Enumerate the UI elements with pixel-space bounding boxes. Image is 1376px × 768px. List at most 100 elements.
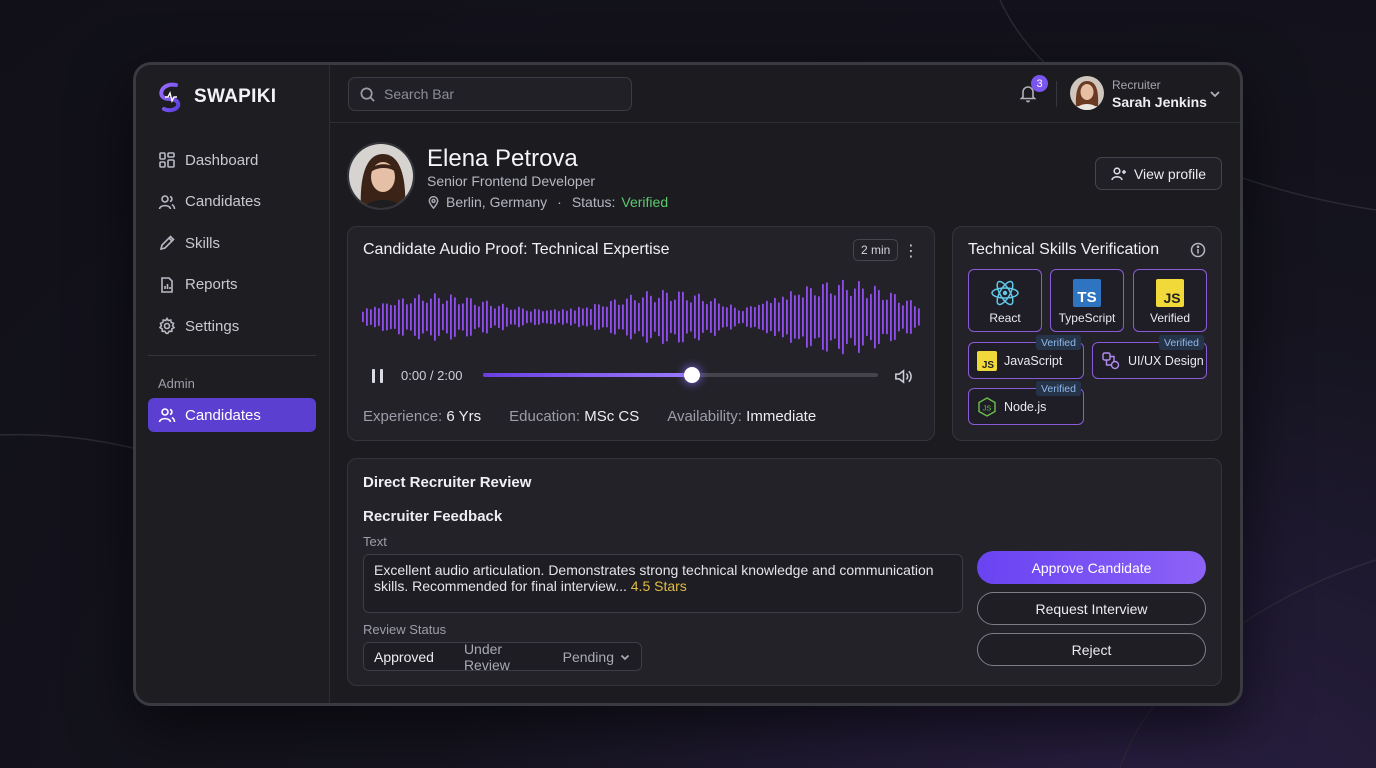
stat-value: Immediate	[746, 408, 817, 425]
skills-card-title: Technical Skills Verification	[968, 241, 1160, 258]
sidebar-item-skills[interactable]: Skills	[148, 226, 318, 260]
progress-knob[interactable]	[684, 367, 701, 383]
stat-label: Education:	[509, 408, 581, 425]
nodejs-icon: JS	[978, 396, 996, 417]
waveform-bar	[506, 307, 508, 327]
waveform-bar	[582, 308, 584, 326]
approve-candidate-button[interactable]: Approve Candidate	[977, 551, 1206, 584]
skill-chip-nodejs[interactable]: JS Node.js Verified	[968, 381, 1084, 425]
waveform-bar	[426, 302, 428, 332]
waveform-bar	[798, 294, 800, 340]
audio-waveform[interactable]	[362, 275, 922, 359]
waveform-bar	[422, 300, 424, 334]
waveform-bar	[486, 300, 488, 334]
waveform-bar	[746, 307, 748, 327]
waveform-bar	[830, 293, 832, 341]
progress-fill	[483, 373, 693, 377]
waveform-bar	[534, 308, 536, 326]
duration-chip: 2 min	[853, 239, 899, 261]
waveform-bar	[866, 297, 868, 337]
more-options-icon[interactable]: ⋮	[903, 241, 919, 261]
candidate-meta: Berlin, Germany · Status: Verified	[427, 194, 668, 210]
candidate-photo	[349, 144, 413, 208]
view-profile-button[interactable]: View profile	[1095, 157, 1222, 190]
waveform-bar	[590, 308, 592, 326]
waveform-bar	[526, 310, 528, 324]
waveform-bar	[586, 307, 588, 327]
info-button[interactable]	[1190, 242, 1206, 263]
skill-tile-typescript[interactable]: TS TypeScript	[1050, 269, 1124, 332]
feedback-textarea[interactable]: Excellent audio articulation. Demonstrat…	[363, 554, 963, 613]
waveform-bar	[910, 299, 912, 334]
view-profile-label: View profile	[1133, 165, 1207, 182]
waveform-bar	[410, 303, 412, 331]
stat-value: MSc CS	[584, 408, 640, 425]
users-icon	[158, 194, 176, 209]
waveform-bar	[766, 300, 768, 334]
audio-proof-card: Candidate Audio Proof: Technical Experti…	[347, 226, 935, 441]
location-pin-icon	[428, 195, 439, 209]
waveform-bar	[474, 304, 476, 330]
user-avatar-image	[1070, 76, 1104, 110]
waveform-bar	[478, 306, 480, 328]
skill-tile-react[interactable]: React	[968, 269, 1042, 332]
status-option-pending[interactable]: Pending	[553, 649, 641, 665]
javascript-icon: JS	[977, 350, 997, 371]
user-avatar[interactable]	[1070, 76, 1104, 110]
skill-label: Node.js	[1004, 399, 1047, 414]
info-icon	[1190, 242, 1206, 258]
waveform-bar	[786, 299, 788, 335]
audio-stats: Experience: 6 Yrs Education: MSc CS Avai…	[363, 408, 816, 425]
waveform-bar	[390, 304, 392, 330]
waveform-bar	[442, 303, 444, 331]
recruiter-review-card: Direct Recruiter Review Recruiter Feedba…	[347, 458, 1222, 686]
request-interview-button[interactable]: Request Interview	[977, 592, 1206, 625]
waveform-bar	[370, 309, 372, 325]
ts-icon-text: TS	[1077, 289, 1096, 306]
playback-progress-bar[interactable]	[483, 367, 878, 383]
sidebar-item-dashboard[interactable]: Dashboard	[148, 143, 318, 177]
search-icon	[360, 87, 375, 102]
stat-value: 6 Yrs	[446, 408, 482, 425]
reject-button[interactable]: Reject	[977, 633, 1206, 666]
search-input[interactable]	[384, 86, 614, 102]
waveform-bar	[402, 298, 404, 336]
waveform-bar	[378, 308, 380, 326]
meta-separator: ·	[557, 194, 562, 210]
pause-button[interactable]	[370, 367, 386, 385]
status-option-under-review[interactable]: Under Review	[454, 641, 553, 673]
chevron-down-icon	[1210, 91, 1220, 98]
sidebar-item-reports[interactable]: Reports	[148, 268, 318, 302]
user-name: Sarah Jenkins	[1112, 94, 1207, 110]
waveform-bar	[806, 286, 808, 348]
user-role: Recruiter	[1112, 78, 1161, 92]
brand-logo[interactable]: SWAPIKI	[156, 81, 276, 113]
waveform-bar	[602, 306, 604, 328]
waveform-bar	[834, 295, 836, 339]
design-icon	[1102, 351, 1120, 369]
sidebar-item-candidates[interactable]: Candidates	[148, 185, 318, 219]
skill-label: UI/UX Design	[1128, 353, 1204, 368]
sidebar-item-admin-candidates[interactable]: Candidates	[148, 398, 316, 432]
waveform-bar	[730, 304, 732, 330]
waveform-bar	[482, 301, 484, 333]
playback-time: 0:00 / 2:00	[401, 368, 463, 383]
skill-chip-javascript[interactable]: JS JavaScript Verified	[968, 335, 1084, 379]
waveform-bar	[678, 291, 680, 343]
waveform-bar	[598, 304, 600, 330]
waveform-bar	[510, 309, 512, 325]
candidate-status-value: Verified	[621, 194, 669, 210]
waveform-bar	[870, 293, 872, 341]
status-option-approved[interactable]: Approved	[364, 649, 454, 665]
waveform-bar	[550, 310, 552, 324]
sidebar-item-settings[interactable]: Settings	[148, 309, 318, 343]
waveform-bar	[574, 310, 576, 324]
search-bar[interactable]	[348, 77, 632, 111]
skill-tile-javascript-verified[interactable]: JS Verified	[1133, 269, 1207, 332]
user-menu-toggle[interactable]	[1208, 87, 1222, 106]
candidate-title: Senior Frontend Developer	[427, 173, 596, 189]
waveform-bar	[394, 305, 396, 329]
volume-button[interactable]	[893, 366, 914, 392]
skill-chip-uiux[interactable]: UI/UX Design Verified	[1092, 335, 1207, 379]
waveform-bar	[614, 299, 616, 335]
